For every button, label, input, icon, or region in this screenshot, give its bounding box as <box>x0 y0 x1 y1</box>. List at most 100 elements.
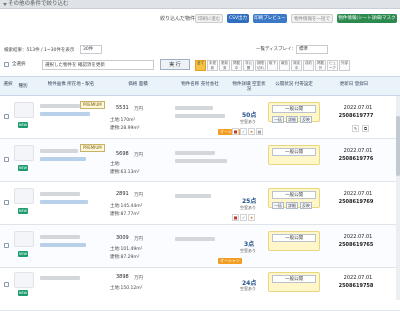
scrollbar[interactable] <box>396 96 400 300</box>
mini-btn-3[interactable]: 反映 <box>300 202 312 209</box>
property-id: 2508619777 <box>338 113 374 119</box>
house-icon <box>14 145 34 161</box>
publish-select[interactable]: 一般公開 <box>272 275 316 283</box>
house-icon <box>14 102 34 118</box>
building-area: 建物:28.99m² <box>110 126 140 131</box>
csv-export-button[interactable]: CSV出力 <box>227 14 249 23</box>
property-id: 2508619769 <box>338 199 374 205</box>
doc-icon[interactable]: ▤ <box>256 128 263 135</box>
property-id: 2508619765 <box>338 242 374 248</box>
updated-date: 2022.07.01 <box>343 275 373 281</box>
name-blur <box>175 106 213 110</box>
col-publish: 公開状況 付帯設定 <box>275 82 313 87</box>
scrollbar-thumb[interactable] <box>396 116 400 176</box>
property-sheet-button[interactable]: 物件情報(シート詳細/マスク作) <box>337 14 397 30</box>
mini-btn-2[interactable]: 詳細 <box>286 202 298 209</box>
pill-7[interactable]: 報告 <box>279 60 290 71</box>
per-page-select[interactable]: 30件 <box>80 45 102 54</box>
row-checkbox[interactable] <box>4 282 9 287</box>
address-blur <box>40 192 80 196</box>
print-preview-button[interactable]: 印刷プレビュー <box>253 14 287 23</box>
land-area: 土地:150.12m² <box>110 286 143 291</box>
select-all-checkbox[interactable] <box>4 62 9 67</box>
edit-icon[interactable]: ✎ <box>352 125 359 132</box>
updated-date: 2022.07.01 <box>343 234 373 240</box>
pill-12[interactable]: 外部 <box>339 60 350 71</box>
new-badge: NEW <box>18 290 28 296</box>
station-link[interactable] <box>40 157 86 161</box>
condition-filter-header[interactable]: その他の条件で絞り込む <box>0 0 400 9</box>
table-row[interactable]: NEW 2891 万円 土地:145.44m² 建物:87.77m² 25点 空… <box>0 182 400 225</box>
name-blur <box>175 151 215 155</box>
col-updated: 更新日 登録日 <box>339 82 369 87</box>
price-unit: 万円 <box>134 193 143 198</box>
new-badge: NEW <box>18 251 28 257</box>
pill-1[interactable]: 未更新 <box>207 60 218 71</box>
updated-date: 2022.07.01 <box>343 191 373 197</box>
bulk-disabled-button[interactable]: 物件情報を一括で <box>291 14 333 23</box>
house-icon <box>14 231 34 247</box>
mini-btn-2[interactable]: 詳細 <box>286 116 298 123</box>
star-icon[interactable]: ★ <box>248 128 255 135</box>
station-link[interactable] <box>40 200 88 204</box>
pill-9[interactable]: 成約 <box>303 60 314 71</box>
filter-label: 絞り込んだ物件を <box>160 16 201 22</box>
result-count: 検索結果：513件 / 1~30件を表示 <box>4 48 75 53</box>
building-area: 建物:87.29m² <box>110 255 140 260</box>
display-select[interactable]: 標準 <box>296 45 328 54</box>
property-id: 2508619776 <box>338 156 374 162</box>
row-checkbox[interactable] <box>4 157 9 162</box>
land-area: 土地:170m² <box>110 118 136 123</box>
mini-btn-1[interactable]: 一括 <box>272 116 284 123</box>
house-icon <box>14 188 34 204</box>
copy-icon[interactable]: ⧉ <box>362 125 369 132</box>
star-icon[interactable]: ★ <box>248 214 255 221</box>
collapse-arrow-icon[interactable] <box>3 3 7 6</box>
publish-select[interactable]: 一般公開 <box>272 191 316 199</box>
table-row[interactable]: NEW PREMIUM 5531 万円 土地:170m² 建物:28.99m² … <box>0 96 400 139</box>
row-checkbox[interactable] <box>4 243 9 248</box>
mini-btn-3[interactable]: 反映 <box>300 116 312 123</box>
price-value: 3009 <box>116 235 129 241</box>
pill-8[interactable]: 商談中 <box>291 60 302 71</box>
address-blur <box>40 104 80 108</box>
pill-11[interactable]: ビューア <box>327 60 338 71</box>
name-blur <box>175 237 215 241</box>
publish-select[interactable]: 一般公開 <box>272 234 316 242</box>
new-badge: NEW <box>18 208 28 214</box>
premium-tag: PREMIUM <box>80 144 105 152</box>
pill-all[interactable]: 全て <box>195 60 206 71</box>
pill-2[interactable]: 更新済 <box>219 60 230 71</box>
pill-4[interactable]: 非公開 <box>243 60 254 71</box>
print-button[interactable]: 印刷に進む <box>195 14 223 23</box>
flag-icon[interactable]: ■ <box>232 128 239 135</box>
table-row[interactable]: NEW 3009 万円 土地:101.49m² 建物:87.29m² オーシャン… <box>0 225 400 268</box>
check-icon[interactable]: ✓ <box>240 128 247 135</box>
row-checkbox[interactable] <box>4 114 9 119</box>
flag-icon[interactable]: ■ <box>232 214 239 221</box>
table-row[interactable]: NEW PREMIUM 5698 万円 土地: 建物:63.13m² 一般公開 … <box>0 139 400 182</box>
pill-3[interactable]: 掲載中 <box>231 60 242 71</box>
col-name: 物件名称 売付会社 <box>181 82 219 87</box>
land-area: 土地:101.49m² <box>110 247 143 252</box>
check-icon[interactable]: ✓ <box>240 214 247 221</box>
pill-6[interactable]: 取下 <box>267 60 278 71</box>
publish-select[interactable]: 一般公開 <box>272 148 316 156</box>
score-value: 50点 <box>242 112 257 119</box>
station-link[interactable] <box>40 243 86 247</box>
pill-5[interactable]: 期限切れ <box>255 60 266 71</box>
pill-10[interactable]: 掲載外 <box>315 60 326 71</box>
new-badge: NEW <box>18 122 28 128</box>
vacancy-status: 空室あり <box>240 119 256 124</box>
station-link[interactable] <box>40 112 90 116</box>
mini-btn-1[interactable]: 一括 <box>272 202 284 209</box>
price-unit: 万円 <box>134 153 143 158</box>
house-icon <box>14 272 34 288</box>
vacancy-status: 空室あり <box>240 286 256 291</box>
row-checkbox[interactable] <box>4 200 9 205</box>
building-area: 建物:63.13m² <box>110 170 140 175</box>
publish-select[interactable]: 一般公開 <box>272 105 316 113</box>
bulk-action-select[interactable]: 選択した物件を 確認済を更新 <box>42 60 154 70</box>
execute-button[interactable]: 実 行 <box>160 59 190 70</box>
table-row[interactable]: NEW 3898 万円 土地:150.12m² 24点 空室あり 一般公開 20… <box>0 268 400 311</box>
